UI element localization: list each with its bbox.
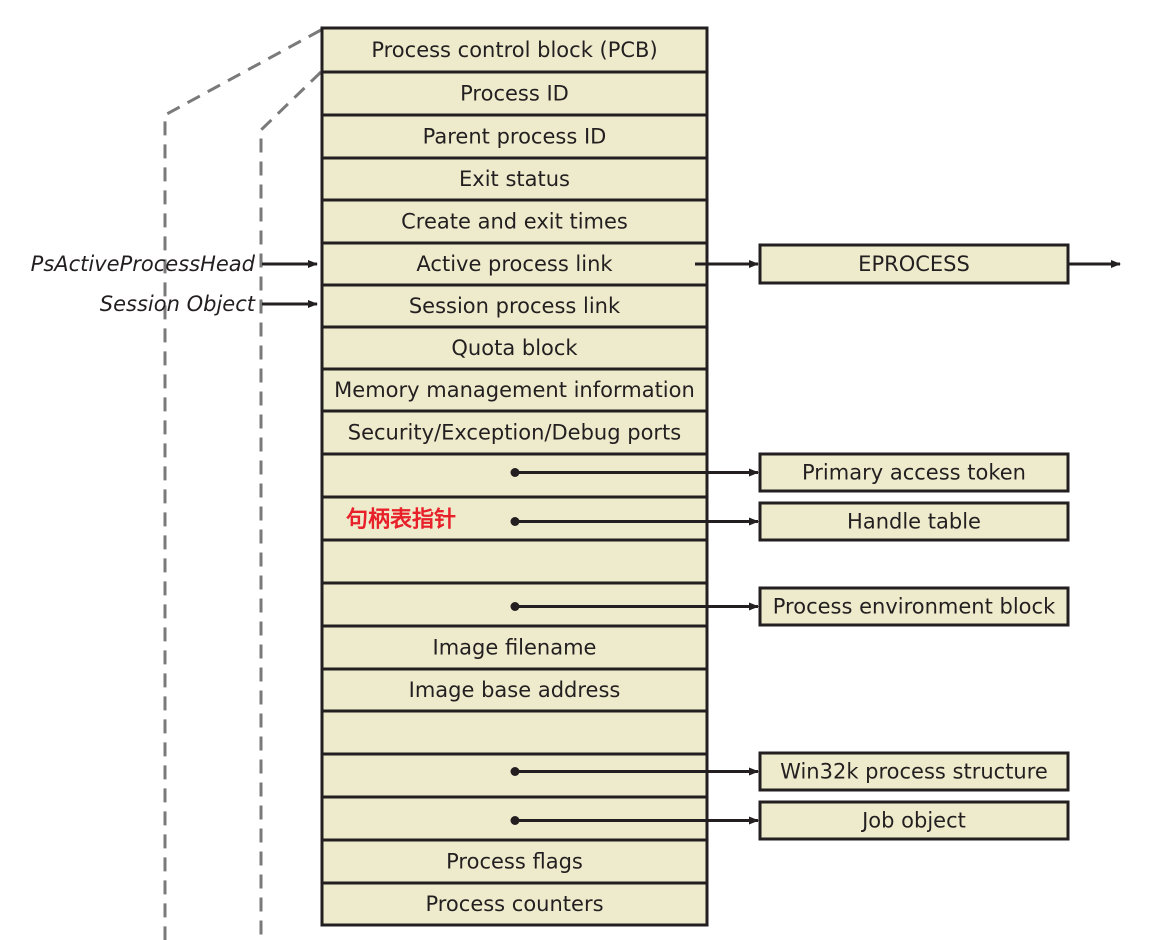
field-label: Create and exit times — [401, 210, 628, 234]
field-label: Parent process ID — [423, 125, 607, 149]
dashed-expansion-line-outer — [163, 28, 322, 940]
field-label: Active process link — [416, 252, 613, 276]
field-label: Process control block (PCB) — [371, 38, 657, 62]
external-input-label: PsActiveProcessHead — [31, 252, 256, 276]
field-label: Exit status — [459, 167, 570, 191]
external-input-label: Session Object — [100, 292, 256, 316]
eprocess-field-row — [320, 709, 709, 756]
field-label: Memory management information — [334, 378, 695, 402]
eprocess-field-row — [320, 538, 709, 585]
field-label: Image base address — [409, 678, 621, 702]
field-label: Process ID — [460, 82, 569, 106]
target-structure-label: Primary access token — [802, 461, 1026, 485]
field-label: Quota block — [451, 336, 578, 360]
target-structure-label: EPROCESS — [858, 252, 970, 276]
dashed-expansion-line-inner — [259, 70, 323, 940]
handle-table-pointer-annotation: 句柄表指针 — [346, 507, 456, 533]
field-label: Image filename — [433, 636, 597, 660]
target-structure-label: Handle table — [847, 510, 981, 534]
target-structure-label: Job object — [860, 809, 966, 833]
eprocess-diagram: Process control block (PCB) Process ID Par… — [31, 26, 1121, 940]
field-label: Session process link — [409, 294, 621, 318]
field-label: Process counters — [425, 892, 603, 916]
target-structure-label: Process environment block — [773, 595, 1056, 619]
target-structure-label: Win32k process structure — [780, 760, 1048, 784]
field-label: Security/Exception/Debug ports — [348, 421, 681, 445]
field-label: Process flags — [446, 850, 583, 874]
